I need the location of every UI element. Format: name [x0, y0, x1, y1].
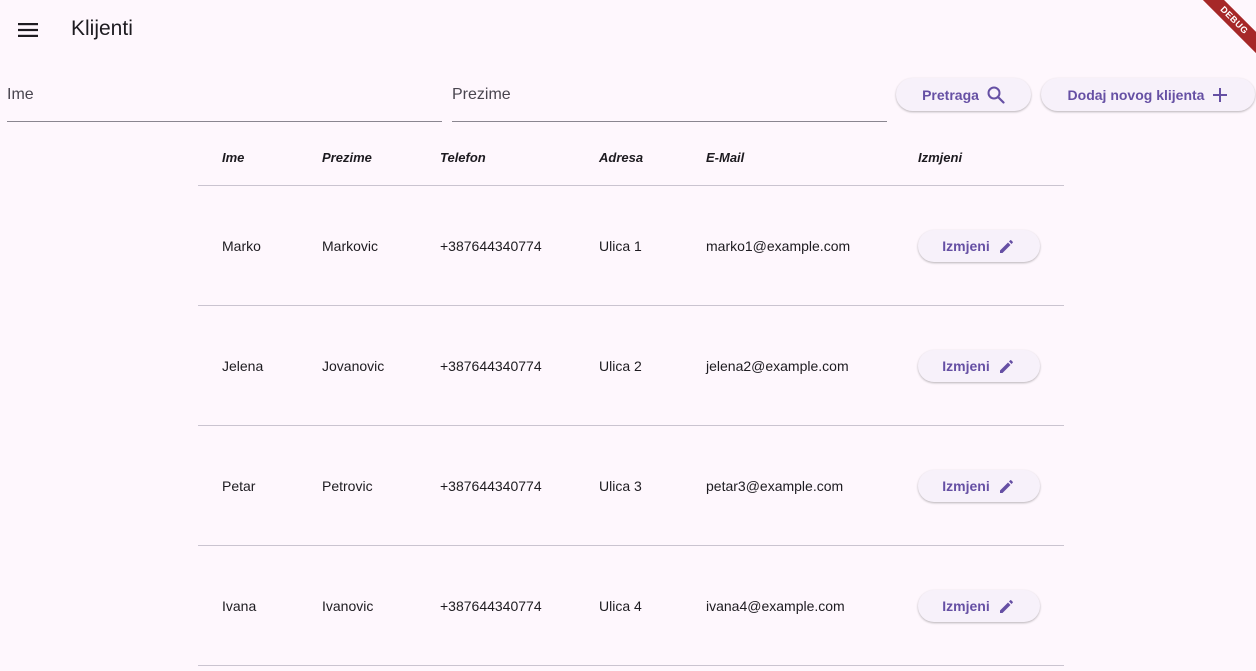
ime-field: [7, 70, 442, 122]
add-client-button-label: Dodaj novog klijenta: [1067, 86, 1205, 103]
cell-prezime: Ivanovic: [322, 598, 374, 614]
cell-email: marko1@example.com: [706, 238, 851, 254]
cell-prezime: Jovanovic: [322, 358, 385, 374]
cell-ime: Marko: [222, 238, 261, 254]
search-button-label: Pretraga: [922, 86, 979, 103]
header-telefon: Telefon: [440, 150, 486, 165]
edit-button-label: Izmjeni: [942, 598, 990, 614]
cell-ime: Ivana: [222, 598, 257, 614]
page-title: Klijenti: [71, 17, 133, 40]
menu-button[interactable]: [12, 14, 44, 46]
cell-telefon: +387644340774: [440, 238, 542, 254]
edit-button-label: Izmjeni: [942, 358, 990, 374]
pencil-icon: [998, 477, 1016, 495]
table-row: Jelena Jovanovic +387644340774 Ulica 2 j…: [198, 306, 1064, 426]
cell-adresa: Ulica 3: [599, 478, 642, 494]
cell-ime: Petar: [222, 478, 256, 494]
pencil-icon: [998, 597, 1016, 615]
cell-email: jelena2@example.com: [706, 358, 849, 374]
header-adresa: Adresa: [599, 150, 644, 165]
edit-button-label: Izmjeni: [942, 478, 990, 494]
table-row: Petar Petrovic +387644340774 Ulica 3 pet…: [198, 426, 1064, 546]
pencil-icon: [998, 237, 1016, 255]
table-row: Marko Markovic +387644340774 Ulica 1 mar…: [198, 186, 1064, 306]
add-client-button[interactable]: Dodaj novog klijenta: [1041, 78, 1255, 111]
table-row: Ivana Ivanovic +387644340774 Ulica 4 iva…: [198, 546, 1064, 666]
plus-icon: [1212, 87, 1228, 103]
edit-button[interactable]: Izmjeni: [918, 230, 1040, 262]
clients-table: Ime Prezime Telefon Adresa E-Mail Izmjen…: [198, 130, 1064, 666]
ime-input[interactable]: [7, 82, 442, 108]
cell-prezime: Petrovic: [322, 478, 373, 494]
debug-banner-label: DEBUG: [1196, 0, 1256, 60]
edit-button[interactable]: Izmjeni: [918, 470, 1040, 502]
edit-button-label: Izmjeni: [942, 238, 990, 254]
cell-adresa: Ulica 1: [599, 238, 642, 254]
cell-telefon: +387644340774: [440, 598, 542, 614]
cell-telefon: +387644340774: [440, 478, 542, 494]
search-icon: [987, 86, 1005, 104]
header-ime: Ime: [222, 150, 245, 165]
prezime-input[interactable]: [452, 82, 887, 108]
cell-email: petar3@example.com: [706, 478, 844, 494]
cell-adresa: Ulica 2: [599, 358, 642, 374]
menu-icon: [18, 23, 38, 37]
app-root: Klijenti DEBUG Pretraga Dodaj novog klij…: [0, 0, 1256, 671]
app-bar: Klijenti DEBUG: [0, 0, 1256, 60]
header-prezime: Prezime: [322, 150, 372, 165]
header-email: E-Mail: [706, 150, 745, 165]
cell-prezime: Markovic: [322, 238, 379, 254]
edit-button[interactable]: Izmjeni: [918, 590, 1040, 622]
debug-banner: DEBUG: [1196, 0, 1256, 60]
search-button[interactable]: Pretraga: [896, 78, 1031, 111]
edit-button[interactable]: Izmjeni: [918, 350, 1040, 382]
pencil-icon: [998, 357, 1016, 375]
header-izmjeni: Izmjeni: [918, 150, 963, 165]
cell-ime: Jelena: [222, 358, 264, 374]
cell-telefon: +387644340774: [440, 358, 542, 374]
cell-adresa: Ulica 4: [599, 598, 642, 614]
prezime-field: [452, 70, 887, 122]
table-header: Ime Prezime Telefon Adresa E-Mail Izmjen…: [198, 130, 1064, 186]
cell-email: ivana4@example.com: [706, 598, 845, 614]
